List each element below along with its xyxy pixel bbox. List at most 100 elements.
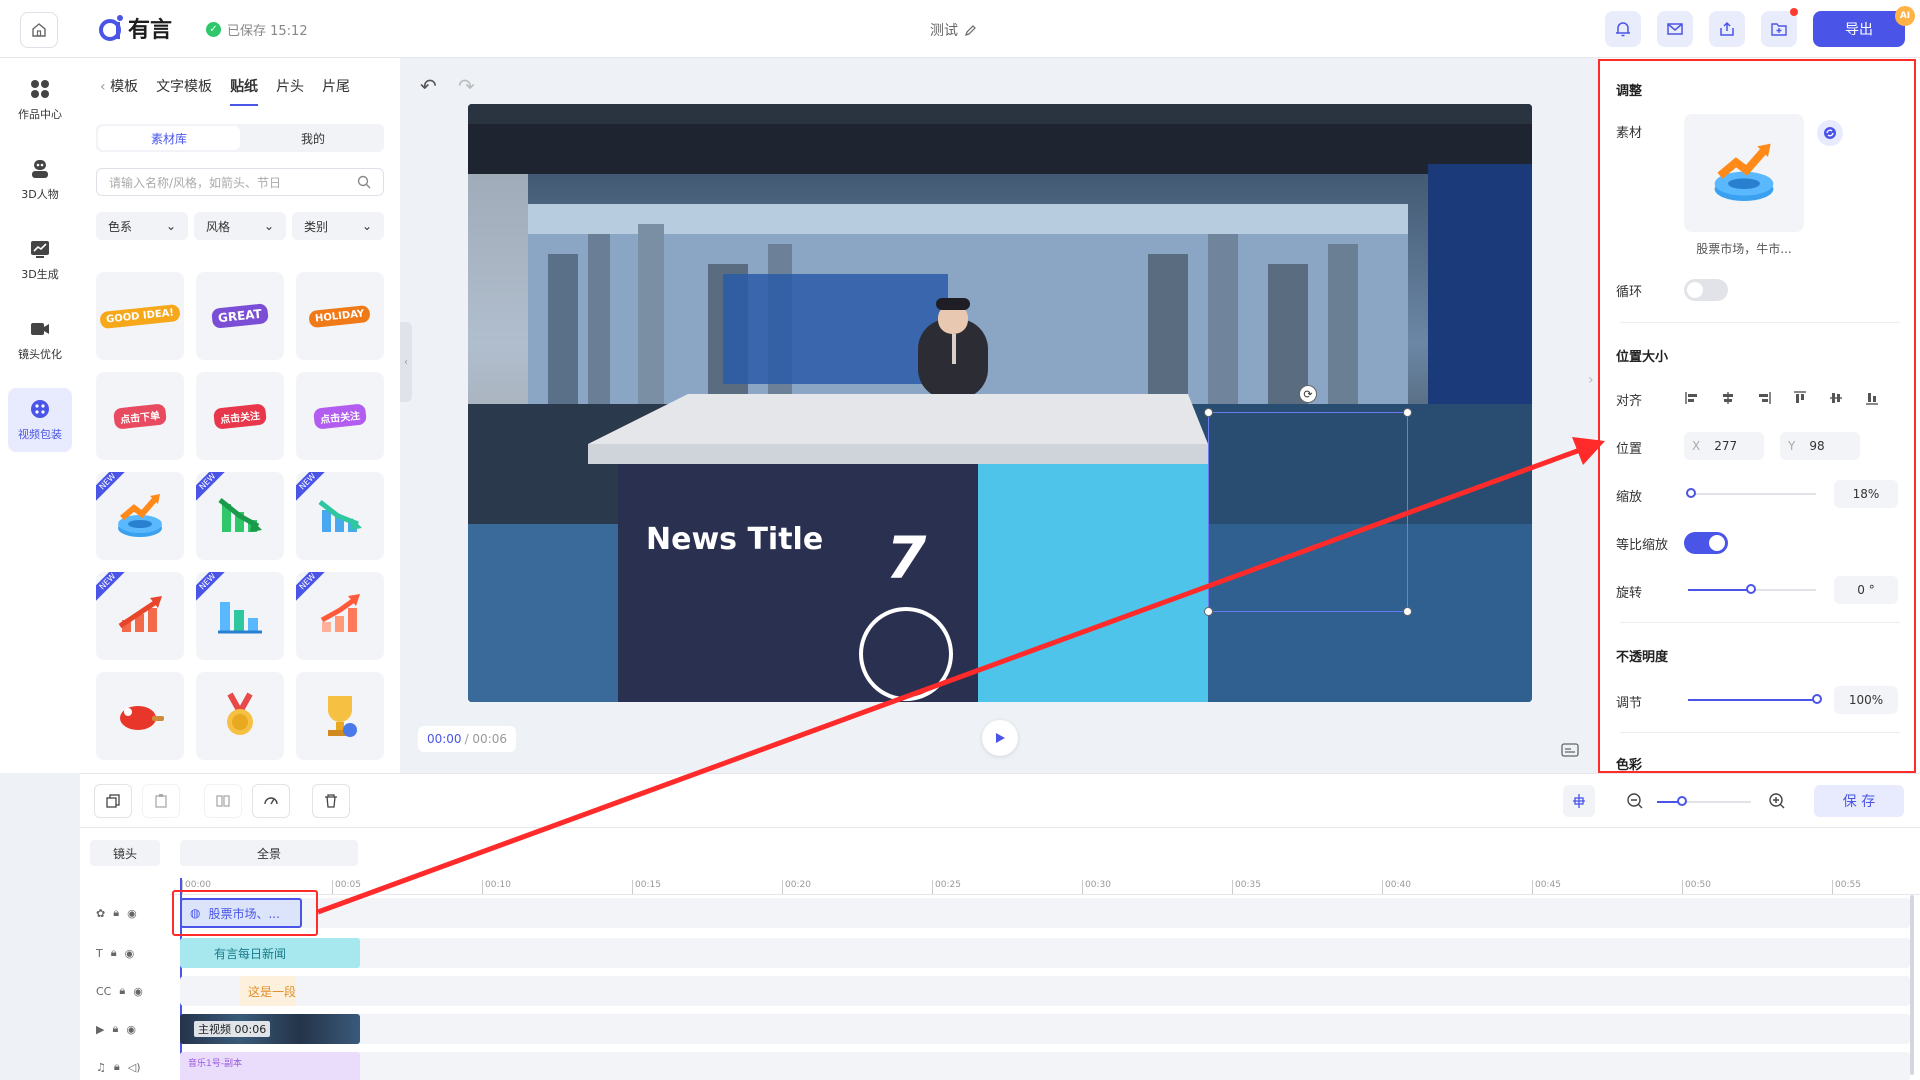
zoom-in-icon[interactable] [1768,792,1786,814]
sticker-orange-up[interactable]: NEW [296,572,384,660]
notification-button[interactable] [1605,11,1641,47]
tab-template[interactable]: ‹ 模板 [100,76,138,106]
eye-icon[interactable]: ◉ [125,947,135,960]
edit-icon[interactable] [964,24,977,37]
opacity-slider-knob[interactable] [1812,694,1822,704]
speed-button[interactable] [252,784,290,818]
subtitle-clip[interactable]: 这是一段 [240,976,296,1006]
sticker-stock-arrow[interactable]: NEW [96,472,184,560]
search-icon[interactable] [357,175,371,189]
export-button[interactable]: 导出 [1813,11,1905,47]
save-button[interactable]: 保 存 [1814,785,1904,817]
scene-button[interactable]: 全景 [180,840,358,866]
x-value[interactable]: 277 [1714,439,1737,453]
sticker-tile[interactable]: HOLIDAY [296,272,384,360]
tab-text-template[interactable]: 文字模板 [156,76,212,106]
tab-sticker[interactable]: 贴纸 [230,76,259,106]
lock-icon[interactable]: 🔒︎ [113,906,119,920]
subtab-mine[interactable]: 我的 [242,124,384,152]
sticker-medal[interactable] [196,672,284,760]
eye-icon[interactable]: ◉ [126,1023,136,1036]
rotate-value[interactable]: 0 ° [1834,576,1898,604]
eye-icon[interactable]: ◉ [133,985,143,998]
sticker-red-up[interactable]: NEW [96,572,184,660]
selection-box[interactable]: ⟳ [1204,385,1412,616]
filter-category[interactable]: 类别 ⌄ [292,212,384,240]
sticker-blue-bars[interactable]: NEW [196,572,284,660]
align-right-icon[interactable] [1756,390,1772,406]
speaker-icon[interactable]: ◁) [128,1061,141,1074]
video-canvas[interactable]: News Title 7 ⟳ [468,104,1532,702]
opacity-value[interactable]: 100% [1834,686,1898,714]
lock-icon[interactable]: 🔒︎ [112,1022,118,1036]
subtab-library[interactable]: 素材库 [98,126,240,150]
scale-value[interactable]: 18% [1834,480,1898,508]
lock-icon[interactable]: 🔒︎ [111,946,117,960]
chevron-right-icon[interactable]: › [1588,372,1594,388]
sticker-tile[interactable]: 点击关注 [296,372,384,460]
lock-icon[interactable]: 🔒︎ [114,1060,120,1074]
panel-collapse-handle[interactable]: ‹ [400,322,412,402]
nav-works[interactable]: 作品中心 [8,68,72,132]
asset-search[interactable]: 请输入名称/风格，如箭头、节日 [96,168,384,196]
scale-slider-knob[interactable] [1686,488,1696,498]
message-button[interactable] [1657,11,1693,47]
rotate-handle-icon[interactable]: ⟳ [1299,385,1317,403]
position-x-field[interactable]: X 277 [1684,432,1764,460]
eye-icon[interactable]: ◉ [127,907,137,920]
text-clip[interactable]: 有言每日新闻 [180,938,360,968]
sticker-green-down[interactable]: NEW [196,472,284,560]
scale-slider-track[interactable] [1688,493,1816,495]
share-button[interactable] [1709,11,1745,47]
lock-icon[interactable]: 🔒︎ [119,984,125,998]
sticker-tile[interactable]: GREAT [196,272,284,360]
undo-button[interactable]: ↶ [420,74,437,98]
ratio-toggle[interactable] [1684,532,1728,554]
replace-material-button[interactable] [1817,120,1843,146]
tab-intro[interactable]: 片头 [276,76,304,106]
opacity-slider-fill[interactable] [1688,699,1818,701]
paste-button[interactable] [142,784,180,818]
rotate-slider-knob[interactable] [1746,584,1756,594]
zoom-slider-knob[interactable] [1677,796,1687,806]
sticker-tile[interactable]: GOOD IDEA! [96,272,184,360]
align-top-icon[interactable] [1792,390,1808,406]
resize-handle[interactable] [1403,607,1412,616]
sticker-trophy[interactable] [296,672,384,760]
align-center-h-icon[interactable] [1720,390,1736,406]
y-value[interactable]: 98 [1809,439,1824,453]
tab-outro[interactable]: 片尾 [322,76,350,106]
align-bottom-icon[interactable] [1864,390,1880,406]
split-button[interactable] [204,784,242,818]
zoom-out-icon[interactable] [1626,792,1644,814]
nav-camera[interactable]: 镜头优化 [8,308,72,372]
align-left-icon[interactable] [1684,390,1700,406]
home-button[interactable] [20,12,58,48]
loop-toggle[interactable] [1684,279,1728,301]
audio-clip[interactable]: 音乐1号-副本 [180,1052,360,1080]
resize-handle[interactable] [1204,408,1213,417]
snap-button[interactable] [1563,785,1595,817]
search-input[interactable]: 请输入名称/风格，如箭头、节日 [109,174,281,191]
document-title[interactable]: 测试 [930,20,977,40]
material-thumbnail[interactable] [1684,114,1804,232]
sticker-clip[interactable]: ◍ 股票市场、... [180,898,302,928]
folder-button[interactable] [1761,11,1797,47]
play-button[interactable] [982,720,1018,756]
redo-button[interactable]: ↷ [458,74,475,98]
delete-button[interactable] [312,784,350,818]
nav-3d-generate[interactable]: 3D生成 [8,228,72,292]
nav-video-pack[interactable]: 视频包装 [8,388,72,452]
position-y-field[interactable]: Y 98 [1780,432,1860,460]
timeline-scrollbar[interactable] [1910,895,1914,1075]
copy-button[interactable] [94,784,132,818]
filter-color[interactable]: 色系 ⌄ [96,212,188,240]
align-center-v-icon[interactable] [1828,390,1844,406]
resize-handle[interactable] [1403,408,1412,417]
subtitle-button[interactable] [1556,738,1584,762]
video-clip[interactable]: 主视频 00:06 [180,1014,360,1044]
sticker-pingpong[interactable] [96,672,184,760]
filter-style[interactable]: 风格 ⌄ [194,212,286,240]
resize-handle[interactable] [1204,607,1213,616]
shot-button[interactable]: 镜头 [90,840,160,866]
